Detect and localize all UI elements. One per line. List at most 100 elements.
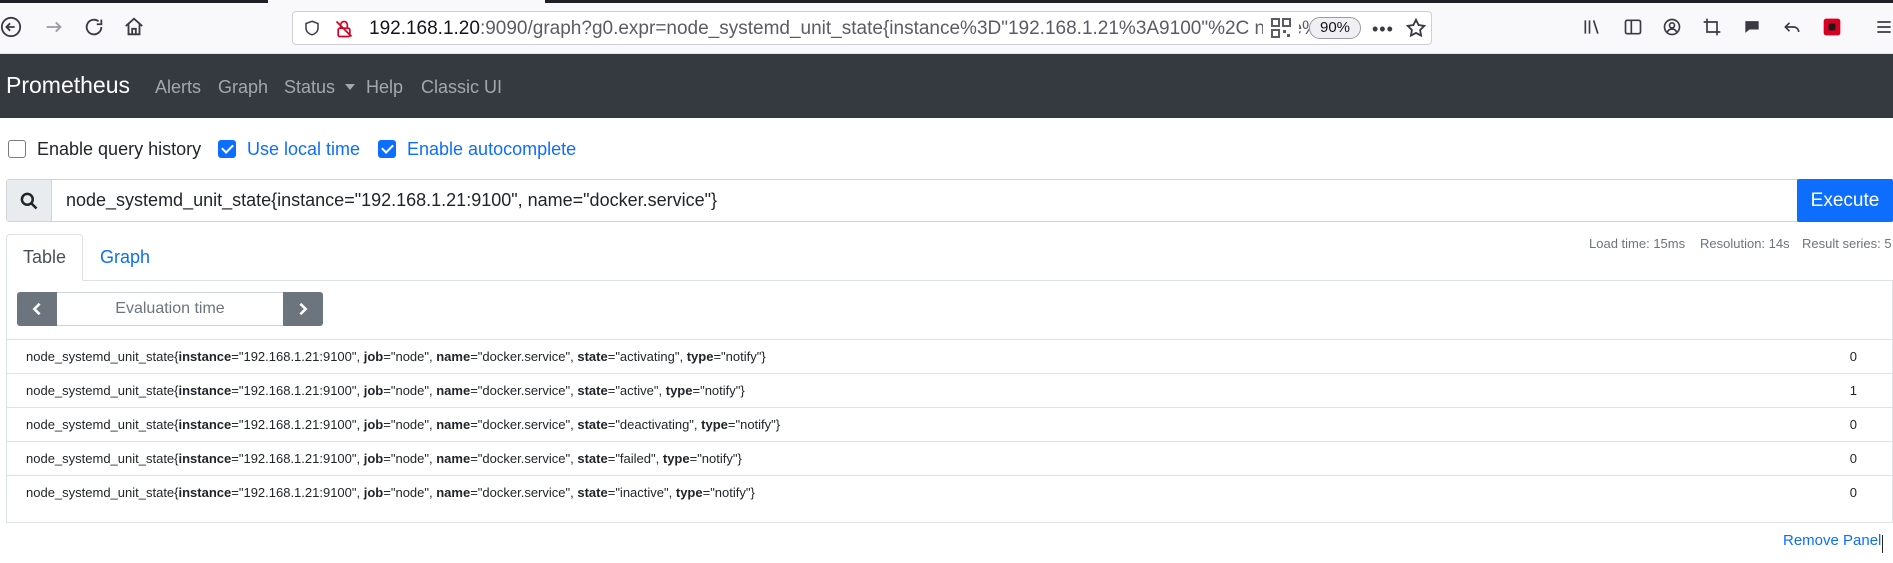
label-value: "docker.service" bbox=[477, 417, 571, 432]
back-button[interactable] bbox=[0, 10, 28, 44]
table-row: node_systemd_unit_state{instance="192.16… bbox=[6, 373, 1893, 407]
home-button[interactable] bbox=[117, 10, 151, 44]
label-value: "192.168.1.21:9100" bbox=[238, 349, 357, 364]
eval-next-button[interactable] bbox=[283, 292, 323, 326]
tab-graph[interactable]: Graph bbox=[88, 234, 162, 281]
crop-icon[interactable] bbox=[1699, 14, 1725, 40]
local-time-label: Use local time bbox=[247, 138, 361, 159]
reload-button[interactable] bbox=[77, 10, 111, 44]
label-key: job bbox=[363, 349, 384, 364]
label-key: instance bbox=[178, 451, 232, 466]
label-value: "node" bbox=[390, 417, 429, 432]
address-bar[interactable]: 192.168.1.20:9090/graph?g0.expr=node_sys… bbox=[292, 11, 1432, 45]
label-key: name bbox=[436, 451, 471, 466]
execute-button[interactable]: Execute bbox=[1797, 179, 1893, 222]
caret-down-icon bbox=[345, 84, 356, 90]
shield-icon[interactable] bbox=[303, 19, 321, 42]
label-key: type bbox=[701, 417, 728, 432]
url-text[interactable]: 192.168.1.20:9090/graph?g0.expr=node_sys… bbox=[369, 18, 1319, 40]
label-key: name bbox=[436, 417, 471, 432]
arrow-left-icon bbox=[0, 16, 22, 38]
browser-toolbar: 192.168.1.20:9090/graph?g0.expr=node_sys… bbox=[0, 0, 1893, 54]
label-key: state bbox=[577, 485, 608, 500]
page-actions-icon[interactable]: ••• bbox=[1372, 19, 1394, 40]
extension-icon[interactable] bbox=[1819, 14, 1845, 40]
label-key: instance bbox=[178, 417, 232, 432]
option-local-time[interactable]: Use local time bbox=[218, 138, 360, 160]
nav-help[interactable]: Help bbox=[366, 77, 403, 98]
arrow-right-icon bbox=[46, 21, 62, 33]
label-key: type bbox=[686, 349, 714, 364]
home-icon bbox=[125, 17, 143, 36]
chevron-right-icon bbox=[299, 302, 308, 316]
nav-status[interactable]: Status bbox=[284, 77, 356, 98]
label-value: "notify" bbox=[697, 451, 738, 466]
query-history-label: Enable query history bbox=[37, 138, 202, 159]
table-row: node_systemd_unit_state{instance="192.16… bbox=[6, 339, 1893, 373]
label-value: "node" bbox=[390, 383, 429, 398]
zoom-indicator[interactable]: 90% bbox=[1309, 17, 1362, 39]
nav-alerts[interactable]: Alerts bbox=[155, 77, 201, 98]
eval-prev-button[interactable] bbox=[17, 292, 57, 326]
label-value: "active" bbox=[615, 383, 659, 398]
label-key: type bbox=[675, 485, 703, 500]
chevron-left-icon bbox=[32, 302, 41, 316]
text-cursor bbox=[1882, 535, 1883, 553]
autocomplete-checkbox[interactable] bbox=[378, 140, 396, 158]
insecure-lock-icon[interactable] bbox=[334, 19, 354, 44]
label-value: "docker.service" bbox=[477, 349, 571, 364]
series-label: node_systemd_unit_state{instance="192.16… bbox=[26, 417, 781, 432]
table-row: node_systemd_unit_state{instance="192.16… bbox=[6, 441, 1893, 475]
expression-input-group: node_systemd_unit_state{instance="192.16… bbox=[6, 179, 1893, 222]
label-key: type bbox=[662, 451, 690, 466]
label-key: job bbox=[363, 485, 384, 500]
nav-graph[interactable]: Graph bbox=[218, 77, 268, 98]
label-key: name bbox=[436, 485, 471, 500]
label-value: "docker.service" bbox=[477, 451, 571, 466]
option-autocomplete[interactable]: Enable autocomplete bbox=[378, 138, 576, 160]
series-label: node_systemd_unit_state{instance="192.16… bbox=[26, 451, 742, 466]
remove-panel-link[interactable]: Remove Panel bbox=[1783, 532, 1881, 549]
series-label: node_systemd_unit_state{instance="192.16… bbox=[26, 383, 745, 398]
label-key: state bbox=[577, 451, 608, 466]
local-time-checkbox[interactable] bbox=[218, 140, 236, 158]
load-time: Load time: 15ms bbox=[1589, 236, 1686, 251]
series-value: 0 bbox=[1849, 485, 1857, 500]
label-value: "node" bbox=[390, 485, 429, 500]
series-value: 0 bbox=[1849, 451, 1857, 466]
query-history-checkbox[interactable] bbox=[8, 140, 26, 158]
sidebar-icon[interactable] bbox=[1620, 14, 1646, 40]
resolution: Resolution: 14s bbox=[1700, 236, 1790, 251]
option-query-history[interactable]: Enable query history bbox=[8, 138, 201, 160]
evaluation-time-control: Evaluation time bbox=[17, 292, 323, 326]
label-value: "192.168.1.21:9100" bbox=[238, 451, 357, 466]
evaluation-time-input[interactable]: Evaluation time bbox=[57, 292, 283, 326]
series-value: 0 bbox=[1849, 417, 1857, 432]
metric-name: node_systemd_unit_state bbox=[26, 485, 175, 500]
account-icon[interactable] bbox=[1659, 14, 1685, 40]
label-value: "192.168.1.21:9100" bbox=[238, 417, 357, 432]
expression-input[interactable]: node_systemd_unit_state{instance="192.16… bbox=[66, 190, 717, 211]
label-key: name bbox=[436, 383, 471, 398]
label-key: state bbox=[577, 417, 608, 432]
results-table: node_systemd_unit_state{instance="192.16… bbox=[6, 339, 1893, 509]
menu-icon[interactable] bbox=[1871, 14, 1893, 40]
nav-classic-ui[interactable]: Classic UI bbox=[421, 77, 502, 98]
label-value: "node" bbox=[390, 349, 429, 364]
reload-icon bbox=[85, 18, 103, 36]
autocomplete-label: Enable autocomplete bbox=[407, 138, 577, 159]
label-key: job bbox=[363, 383, 384, 398]
bookmark-star-icon[interactable] bbox=[1405, 17, 1427, 44]
tab-table[interactable]: Table bbox=[6, 234, 83, 281]
qr-code-icon[interactable] bbox=[1263, 18, 1299, 40]
label-value: "notify" bbox=[700, 383, 741, 398]
app-navbar: Prometheus Alerts Graph Status Help Clas… bbox=[0, 54, 1893, 118]
metric-name: node_systemd_unit_state bbox=[26, 417, 175, 432]
chat-icon[interactable] bbox=[1739, 14, 1765, 40]
undo-icon[interactable] bbox=[1779, 14, 1805, 40]
label-value: "activating" bbox=[615, 349, 680, 364]
forward-button[interactable] bbox=[37, 10, 71, 44]
brand-logo[interactable]: Prometheus bbox=[6, 72, 130, 99]
library-icon[interactable] bbox=[1579, 14, 1605, 40]
search-icon bbox=[7, 180, 52, 221]
